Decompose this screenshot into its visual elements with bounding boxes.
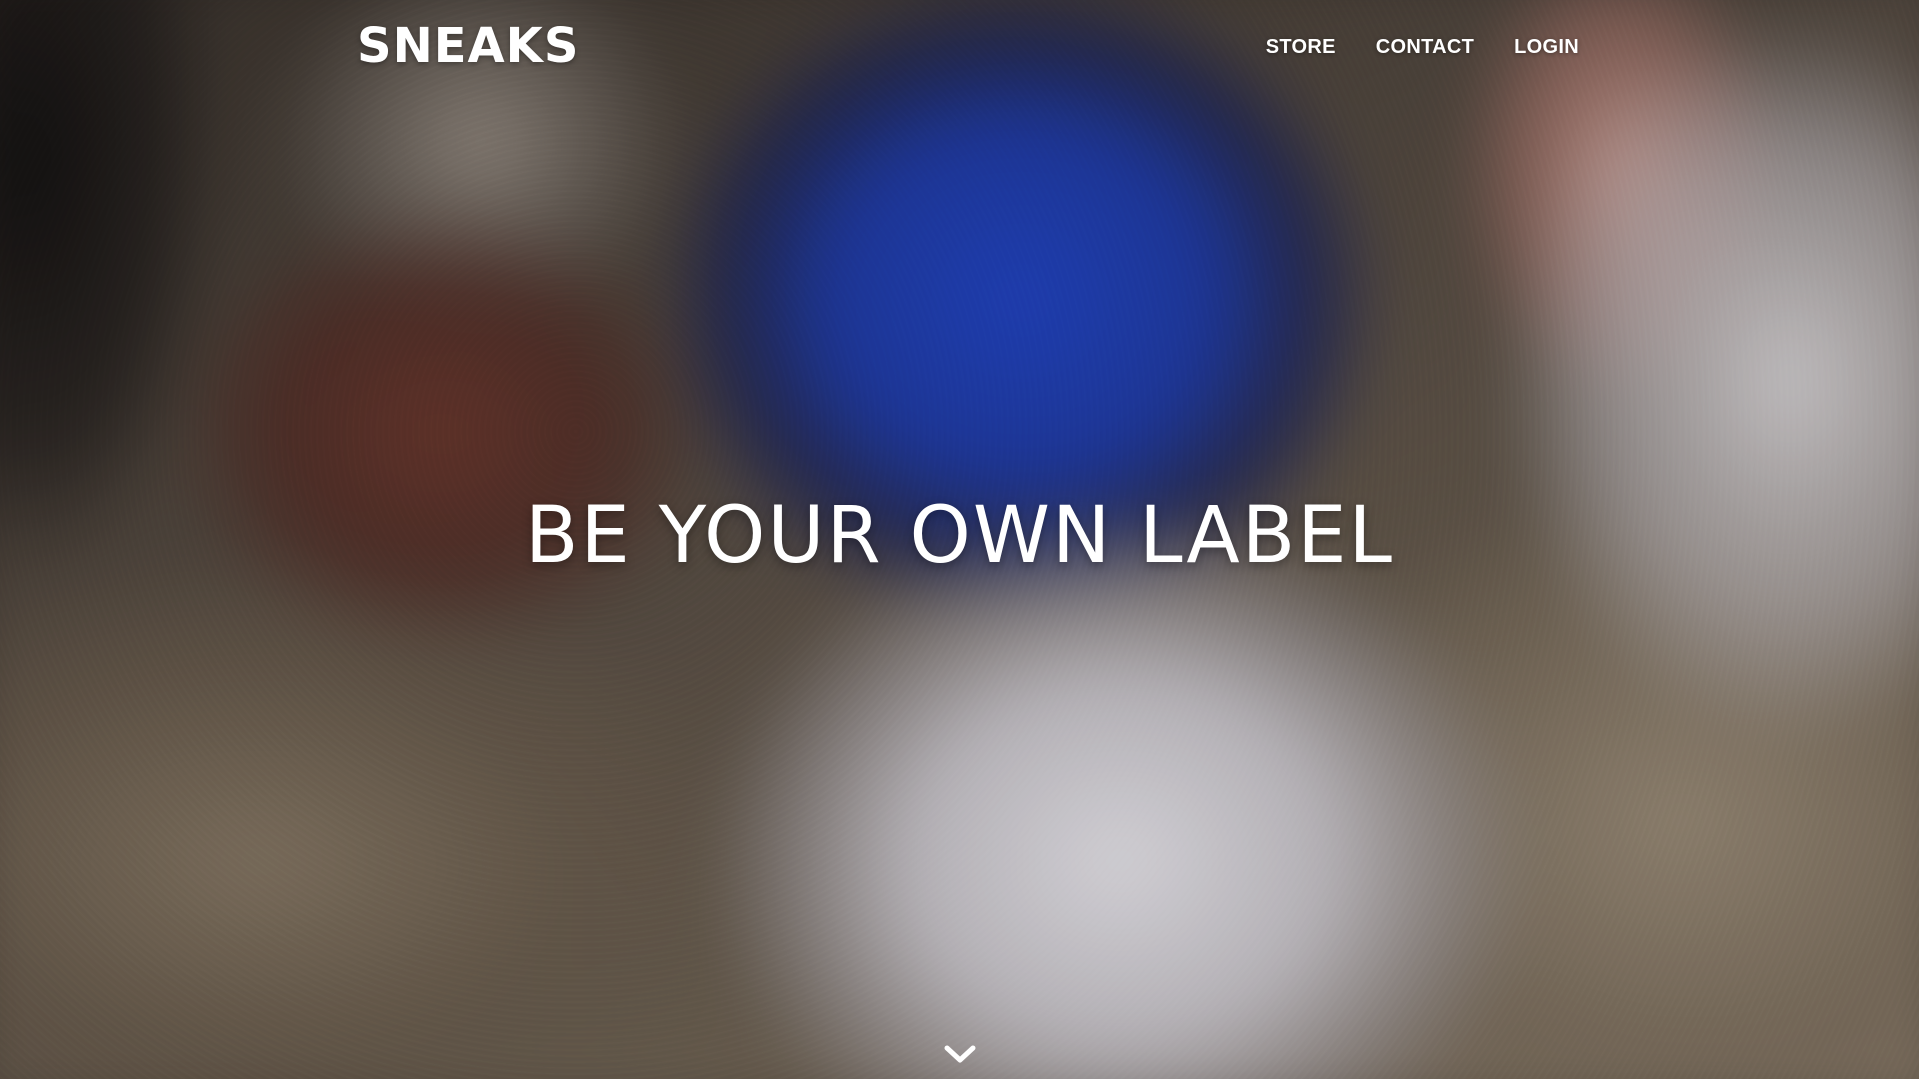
hero-headline: BE YOUR OWN LABEL [525,491,1394,581]
hero-section: SNEAKS STORE CONTACT LOGIN BE YOUR OWN L… [0,0,1919,1079]
main-nav: STORE CONTACT LOGIN [1266,36,1579,59]
nav-link-contact[interactable]: CONTACT [1376,36,1474,59]
scroll-down-button[interactable] [940,1040,980,1070]
top-navbar: SNEAKS STORE CONTACT LOGIN [0,0,1919,100]
nav-link-login[interactable]: LOGIN [1514,36,1579,59]
brand-logo[interactable]: SNEAKS [357,18,579,74]
chevron-down-icon [944,1045,976,1063]
nav-link-store[interactable]: STORE [1266,36,1336,59]
